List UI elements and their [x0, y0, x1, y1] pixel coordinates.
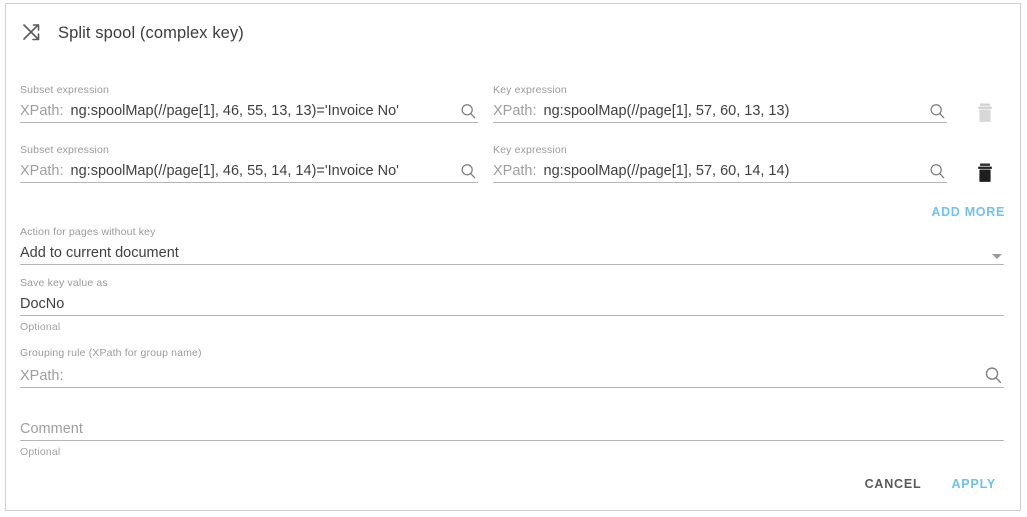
screen: Split spool (complex key) Subset express…	[0, 0, 1027, 517]
comment-placeholder: Comment	[20, 421, 83, 437]
key-expression-value-1: ng:spoolMap(//page[1], 57, 60, 13, 13)	[543, 103, 790, 119]
key-expression-label-1: Key expression	[493, 84, 567, 96]
dialog-footer: CANCEL APPLY	[6, 458, 1020, 510]
save-key-value-text: DocNo	[20, 296, 65, 312]
search-icon[interactable]	[459, 162, 478, 181]
delete-rule-button-1[interactable]	[974, 101, 996, 125]
xpath-prefix: XPath:	[493, 163, 537, 179]
grouping-rule-label: Grouping rule (XPath for group name)	[20, 347, 202, 359]
subset-expression-field-1: Subset expression XPath: ng:spoolMap(//p…	[20, 84, 478, 123]
comment-hint: Optional	[20, 446, 61, 458]
key-expression-field-1: Key expression XPath: ng:spoolMap(//page…	[493, 84, 947, 123]
apply-button[interactable]: APPLY	[943, 471, 1004, 497]
search-icon[interactable]	[459, 102, 478, 121]
save-key-value-input[interactable]: DocNo	[20, 289, 1004, 316]
shuffle-icon	[20, 21, 44, 45]
page-title: Split spool (complex key)	[58, 23, 244, 42]
xpath-prefix: XPath:	[20, 368, 64, 384]
action-selected-value: Add to current document	[20, 245, 179, 261]
key-expression-value-2: ng:spoolMap(//page[1], 57, 60, 14, 14)	[543, 163, 790, 179]
trash-icon	[978, 103, 992, 122]
grouping-rule-input[interactable]: XPath:	[20, 359, 1004, 388]
key-expression-label-2: Key expression	[493, 144, 567, 156]
subset-expression-field-2: Subset expression XPath: ng:spoolMap(//p…	[20, 144, 478, 183]
comment-input[interactable]: Comment	[20, 414, 1004, 441]
add-more-button[interactable]: ADD MORE	[928, 203, 1008, 221]
save-key-value-hint: Optional	[20, 321, 61, 333]
grouping-rule-field: Grouping rule (XPath for group name) XPa…	[20, 347, 1004, 388]
action-select[interactable]: Add to current document	[20, 238, 1004, 265]
chevron-down-icon[interactable]	[992, 254, 1002, 259]
xpath-prefix: XPath:	[20, 103, 64, 119]
save-key-value-label: Save key value as	[20, 277, 108, 289]
subset-expression-input-1[interactable]: XPath: ng:spoolMap(//page[1], 46, 55, 13…	[20, 96, 478, 123]
subset-expression-label-1: Subset expression	[20, 84, 109, 96]
subset-expression-label-2: Subset expression	[20, 144, 109, 156]
subset-expression-value-1: ng:spoolMap(//page[1], 46, 55, 13, 13)='…	[70, 103, 399, 119]
action-for-pages-without-key-field: Action for pages without key Add to curr…	[20, 226, 1004, 265]
action-label: Action for pages without key	[20, 226, 156, 238]
trash-icon	[978, 163, 992, 182]
xpath-prefix: XPath:	[20, 163, 64, 179]
search-icon[interactable]	[928, 162, 947, 181]
key-expression-field-2: Key expression XPath: ng:spoolMap(//page…	[493, 144, 947, 183]
search-icon[interactable]	[928, 102, 947, 121]
key-expression-input-2[interactable]: XPath: ng:spoolMap(//page[1], 57, 60, 14…	[493, 156, 947, 183]
split-spool-dialog: Split spool (complex key) Subset express…	[5, 3, 1021, 511]
xpath-prefix: XPath:	[493, 103, 537, 119]
subset-expression-input-2[interactable]: XPath: ng:spoolMap(//page[1], 46, 55, 14…	[20, 156, 478, 183]
cancel-button[interactable]: CANCEL	[857, 471, 930, 497]
save-key-value-field: Save key value as DocNo Optional	[20, 277, 1004, 333]
comment-field: Comment Optional	[20, 414, 1004, 458]
key-expression-input-1[interactable]: XPath: ng:spoolMap(//page[1], 57, 60, 13…	[493, 96, 947, 123]
search-icon[interactable]	[983, 365, 1004, 386]
subset-expression-value-2: ng:spoolMap(//page[1], 46, 55, 14, 14)='…	[70, 163, 399, 179]
delete-rule-button-2[interactable]	[974, 161, 996, 185]
dialog-header: Split spool (complex key)	[6, 4, 1020, 62]
